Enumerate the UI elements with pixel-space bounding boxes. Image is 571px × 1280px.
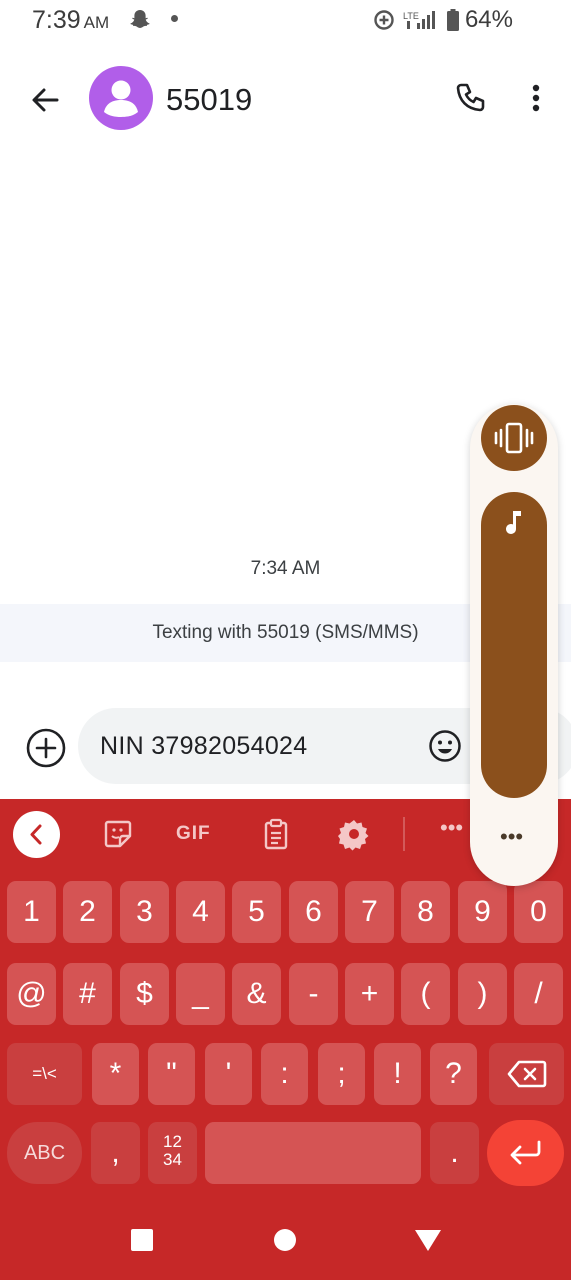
settings-gear-icon[interactable]	[337, 817, 371, 851]
key-single-quote[interactable]: '	[205, 1043, 252, 1105]
recents-square-icon[interactable]	[130, 1228, 154, 1252]
battery-percent: 64%	[464, 6, 513, 33]
media-volume-slider[interactable]	[481, 492, 547, 798]
key-7[interactable]: 7	[345, 881, 394, 943]
ringer-mode-button[interactable]	[481, 405, 547, 471]
key-semicolon[interactable]: ;	[318, 1043, 365, 1105]
key-3[interactable]: 3	[120, 881, 169, 943]
key-open-paren[interactable]: (	[401, 963, 450, 1025]
person-icon	[104, 80, 138, 117]
svg-text:LTE: LTE	[403, 11, 419, 21]
contact-name: 55019	[166, 82, 253, 117]
period-key[interactable]: .	[430, 1122, 479, 1184]
key-9[interactable]: 9	[458, 881, 507, 943]
clipboard-icon[interactable]	[259, 817, 293, 851]
numpad-key[interactable]: 12 34	[148, 1122, 197, 1184]
snapchat-icon	[130, 10, 150, 28]
numpad-key-bottom: 34	[163, 1150, 182, 1169]
message-input-text: NIN 37982054024	[100, 732, 308, 760]
status-time: 7:39 AM	[32, 6, 110, 34]
enter-icon	[510, 1140, 540, 1165]
key-4[interactable]: 4	[176, 881, 225, 943]
key-0[interactable]: 0	[514, 881, 563, 943]
backspace-icon	[507, 1060, 546, 1088]
abc-key[interactable]: ABC	[7, 1122, 82, 1184]
collapse-toolbar-button[interactable]	[13, 811, 60, 858]
key-2[interactable]: 2	[63, 881, 112, 943]
key-plus[interactable]: +	[345, 963, 394, 1025]
comma-key[interactable]: ,	[91, 1122, 140, 1184]
more-symbols-key[interactable]: =\<	[7, 1043, 82, 1105]
status-bar: 7:39 AM LTE 64%	[0, 0, 571, 40]
add-attachment-icon[interactable]	[25, 727, 67, 769]
sticker-icon[interactable]	[101, 817, 135, 851]
volume-settings-button[interactable]: •••	[500, 824, 523, 850]
toolbar-more-button[interactable]: •••	[440, 815, 463, 841]
space-bar[interactable]	[205, 1122, 421, 1184]
key-double-quote[interactable]: "	[148, 1043, 195, 1105]
key-asterisk[interactable]: *	[92, 1043, 139, 1105]
enter-key[interactable]	[487, 1120, 564, 1186]
phone-icon[interactable]	[448, 76, 492, 120]
key-dollar[interactable]: $	[120, 963, 169, 1025]
navigation-bar	[0, 1200, 571, 1280]
back-triangle-icon[interactable]	[414, 1228, 442, 1252]
key-ampersand[interactable]: &	[232, 963, 281, 1025]
key-exclamation[interactable]: !	[374, 1043, 421, 1105]
key-8[interactable]: 8	[401, 881, 450, 943]
toolbar-divider	[403, 817, 405, 851]
notification-dot	[171, 15, 178, 22]
numpad-key-top: 12	[163, 1132, 182, 1151]
conversation-header: 55019	[0, 60, 571, 140]
emoji-icon[interactable]	[428, 729, 462, 763]
back-arrow-icon[interactable]	[24, 78, 68, 122]
avatar[interactable]	[89, 66, 153, 130]
key-1[interactable]: 1	[7, 881, 56, 943]
key-5[interactable]: 5	[232, 881, 281, 943]
chevron-left-icon	[30, 824, 42, 845]
more-vert-icon[interactable]	[520, 76, 552, 120]
key-slash[interactable]: /	[514, 963, 563, 1025]
home-circle-icon[interactable]	[273, 1228, 297, 1252]
key-underscore[interactable]: _	[176, 963, 225, 1025]
key-6[interactable]: 6	[289, 881, 338, 943]
key-hash[interactable]: #	[63, 963, 112, 1025]
battery-icon	[447, 9, 459, 31]
status-icons: LTE	[373, 9, 459, 31]
key-minus[interactable]: -	[289, 963, 338, 1025]
volume-panel: •••	[470, 404, 558, 886]
key-at[interactable]: @	[7, 963, 56, 1025]
key-close-paren[interactable]: )	[458, 963, 507, 1025]
data-saver-icon	[374, 10, 394, 30]
lte-signal-icon: LTE	[403, 11, 435, 29]
vibrate-icon	[494, 422, 534, 454]
music-note-icon	[506, 511, 521, 534]
gif-button[interactable]: GIF	[176, 823, 211, 845]
key-question[interactable]: ?	[430, 1043, 477, 1105]
backspace-key[interactable]	[489, 1043, 564, 1105]
key-colon[interactable]: :	[261, 1043, 308, 1105]
